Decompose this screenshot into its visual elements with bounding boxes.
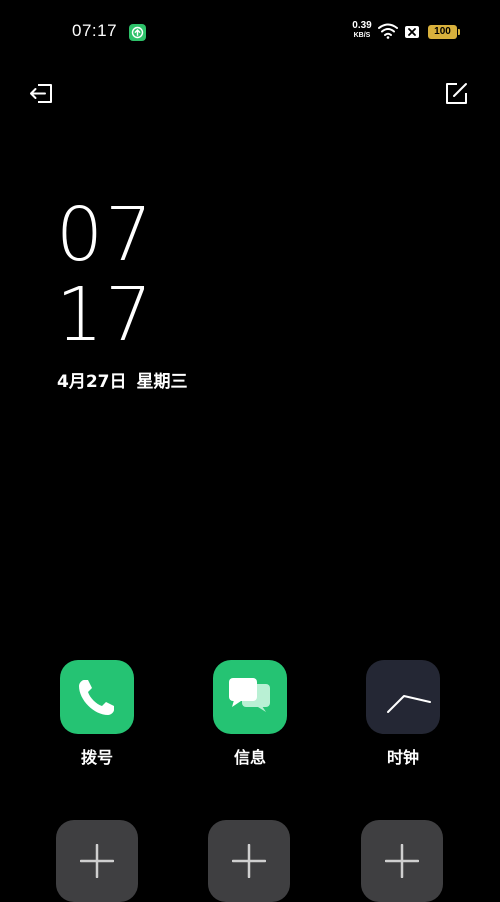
messages-tile[interactable] [213, 660, 287, 734]
add-shortcut-button[interactable] [56, 820, 138, 902]
battery-icon: 100 [428, 25, 460, 39]
phone-tile[interactable] [60, 660, 134, 734]
exit-icon [30, 84, 52, 103]
add-shortcut-button[interactable] [208, 820, 290, 902]
clock-tile[interactable] [366, 660, 440, 734]
app-clock[interactable]: 时钟 [366, 660, 440, 768]
add-shortcut-button[interactable] [361, 820, 443, 902]
date-line: 4月27日 星期三 [57, 367, 188, 392]
upload-app-icon [129, 24, 146, 41]
network-speed-value: 0.39 [352, 20, 372, 31]
app-messages[interactable]: 信息 [213, 660, 287, 768]
plus-icon [385, 844, 419, 878]
date-text: 4月27日 [57, 372, 127, 392]
edit-icon [446, 83, 467, 104]
wifi-icon [378, 23, 398, 39]
network-speed-unit: KB/S [353, 32, 371, 39]
network-speed: 0.39 KB/S [348, 20, 376, 40]
weekday-text: 星期三 [136, 372, 188, 392]
app-label: 信息 [233, 748, 266, 767]
clock-hours: 07 [56, 192, 155, 278]
messages-icon [229, 678, 270, 712]
phone-icon [79, 680, 114, 715]
edit-button[interactable] [443, 80, 471, 108]
app-label: 拨号 [80, 748, 113, 767]
exit-button[interactable] [28, 80, 56, 108]
status-time: 07:17 [72, 21, 118, 40]
clock-minutes: 17 [56, 272, 155, 358]
plus-icon [80, 844, 114, 878]
plus-icon [232, 844, 266, 878]
clock-icon [387, 695, 431, 713]
app-phone[interactable]: 拨号 [60, 660, 134, 768]
sim-x-icon [405, 26, 419, 38]
app-label: 时钟 [386, 748, 419, 767]
